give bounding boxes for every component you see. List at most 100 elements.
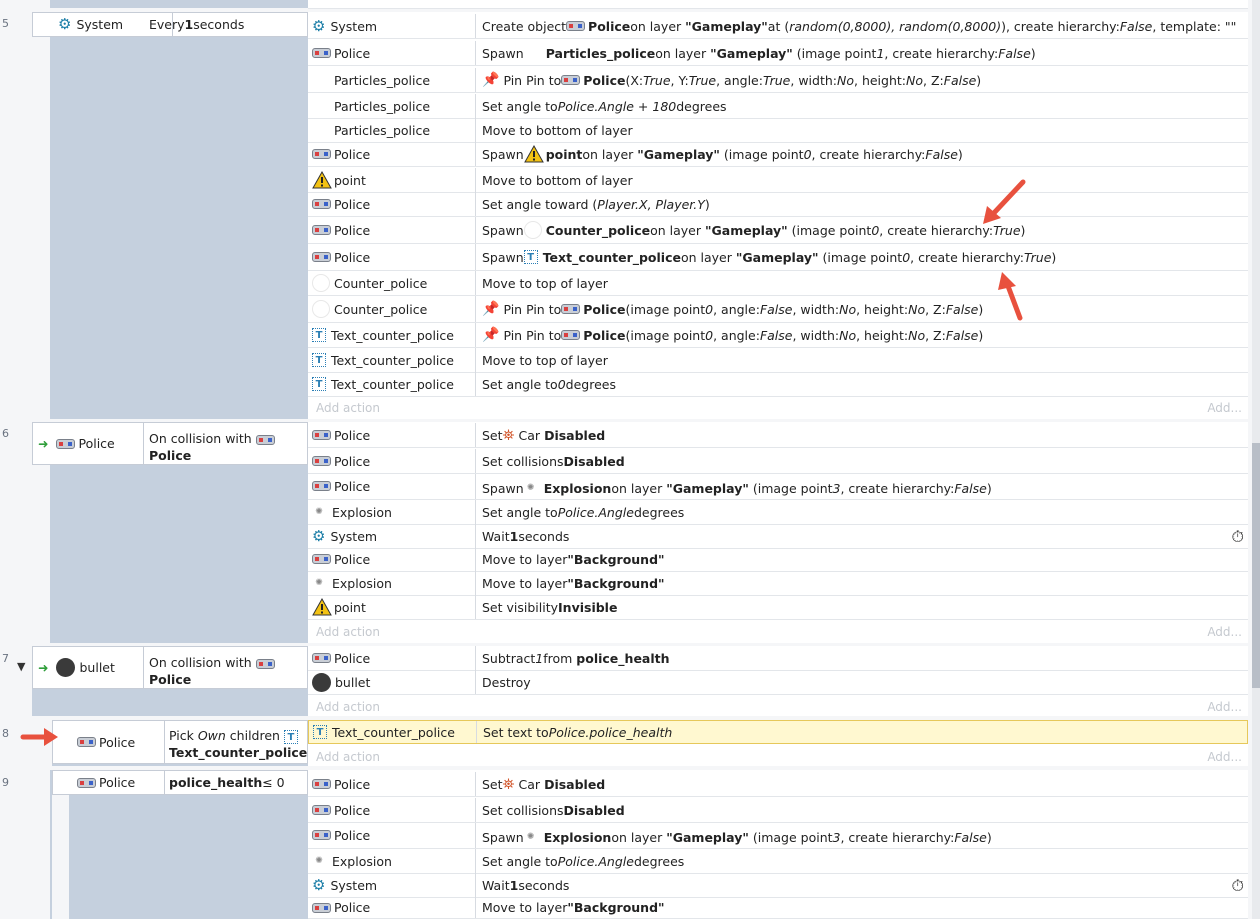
action-row[interactable]: bullet Destroy <box>308 670 1248 695</box>
pin-icon: 📌 <box>482 72 500 88</box>
event-5-block[interactable] <box>50 12 308 419</box>
text-object-icon: T <box>283 730 298 744</box>
pin-icon: 📌 <box>482 301 500 317</box>
action-row[interactable]: Police Spawn Particles_police on layer "G… <box>308 41 1248 66</box>
event-8-condition[interactable]: Police Pick Own children T Text_counter_… <box>52 720 308 764</box>
add-action-button[interactable]: Add action Add... <box>308 397 1248 419</box>
car-behavior-icon: ⛯ <box>502 775 515 793</box>
action-row[interactable]: Counter_police Move to top of layer <box>308 271 1248 296</box>
car-behavior-icon: ⛯ <box>502 426 515 444</box>
car-icon <box>312 554 331 564</box>
gear-icon: ⚙ <box>312 875 326 894</box>
car-icon <box>312 779 331 789</box>
action-row[interactable]: Counter_police 📌 Pin Pin to Police (image … <box>308 296 1248 323</box>
scrollbar-thumb[interactable] <box>1252 443 1260 688</box>
action-row[interactable]: point Set visibility Invisible <box>308 595 1248 620</box>
explosion-icon: ✺ <box>315 578 323 588</box>
annotation-arrow-icon <box>998 272 1023 321</box>
car-icon <box>561 304 581 314</box>
action-row-selected[interactable]: T Text_counter_police Set text to Police.p… <box>308 720 1248 744</box>
collapse-triangle-icon[interactable]: ▼ <box>17 660 25 673</box>
event-number: 7 <box>2 652 9 665</box>
action-row[interactable]: T Text_counter_police Set angle to 0 degre… <box>308 372 1248 397</box>
action-row[interactable]: Police Move to layer "Background" <box>308 547 1248 572</box>
action-row[interactable]: Particles_police Move to bottom of layer <box>308 118 1248 143</box>
event-9-condition[interactable]: Police police_health ≤ 0 <box>52 770 308 795</box>
car-icon <box>312 48 331 58</box>
action-row[interactable]: Police Spawn point on layer "Gameplay" (i… <box>308 142 1248 167</box>
annotation-arrow-icon <box>983 179 1026 224</box>
action-row[interactable]: Police Set collisions Disabled <box>308 798 1248 823</box>
warning-icon <box>312 171 332 189</box>
action-row[interactable]: point Move to bottom of layer <box>308 168 1248 193</box>
white-circle-icon <box>523 221 542 239</box>
text-object-icon: T <box>312 377 326 391</box>
action-row[interactable]: ✺ Explosion Set angle to Police.Angle degr… <box>308 500 1248 525</box>
action-row[interactable]: Police Spawn ✺ Explosion on layer "Gamepla… <box>308 823 1248 849</box>
action-row[interactable]: Police Set ⛯ Car Disabled <box>308 772 1248 797</box>
car-icon <box>312 149 331 159</box>
car-icon <box>312 805 331 815</box>
event-number: 9 <box>2 776 9 789</box>
action-row[interactable]: ✺ Explosion Set angle to Police.Angle degr… <box>308 849 1248 874</box>
car-icon <box>312 252 331 262</box>
text-object-icon: T <box>312 328 326 342</box>
text-object-icon: T <box>313 725 327 739</box>
car-icon <box>561 75 581 85</box>
car-icon <box>77 777 96 788</box>
event-5-condition[interactable]: ⚙ System Every 1 seconds <box>32 12 308 37</box>
car-icon <box>312 199 331 209</box>
add-action-button[interactable]: Add action Add... <box>308 746 1248 768</box>
event-number: 8 <box>2 727 9 740</box>
car-icon <box>56 438 76 449</box>
white-circle-icon <box>312 300 330 318</box>
action-row[interactable]: Police Spawn T Text_counter_police on laye… <box>308 244 1248 271</box>
text-object-icon: T <box>312 353 326 367</box>
event-7-condition[interactable]: ➜ bullet On collision with Police <box>32 646 308 689</box>
action-row[interactable]: Police Move to layer "Background" <box>308 896 1248 919</box>
action-row[interactable]: T Text_counter_police Move to top of layer <box>308 348 1248 373</box>
car-icon <box>312 902 331 913</box>
event-number: 6 <box>2 427 9 440</box>
timer-icon: ⏱ <box>1231 876 1244 895</box>
white-circle-icon <box>312 274 330 292</box>
car-icon <box>312 456 331 466</box>
trigger-arrow-icon: ➜ <box>38 660 49 675</box>
car-icon <box>561 330 581 340</box>
gear-icon: ⚙ <box>312 16 326 35</box>
bullet-icon <box>56 658 76 677</box>
car-icon <box>77 737 96 747</box>
action-row[interactable]: Police Subtract 1 from police_health <box>308 646 1248 671</box>
action-row[interactable]: Police Set angle toward (Player.X, Player… <box>308 192 1248 217</box>
explosion-icon: ✺ <box>315 507 323 517</box>
action-row[interactable]: ✺ Explosion Move to layer "Background" <box>308 571 1248 596</box>
timer-icon: ⏱ <box>1231 527 1244 546</box>
action-row[interactable]: Particles_police 📌 Pin Pin to Police (X: T… <box>308 68 1248 93</box>
car-icon <box>255 658 275 669</box>
action-row[interactable]: ⚙ System Create object Police on layer "Ga… <box>308 14 1248 39</box>
car-icon <box>312 225 331 235</box>
explosion-icon: ✺ <box>526 832 535 842</box>
trigger-arrow-icon: ➜ <box>38 436 49 451</box>
action-row[interactable]: Particles_police Set angle to Police.Angl… <box>308 94 1248 119</box>
gear-icon: ⚙ <box>312 526 326 545</box>
explosion-icon: ✺ <box>315 856 323 866</box>
previous-event-left <box>50 0 308 8</box>
action-row[interactable]: Police Set collisions Disabled <box>308 449 1248 474</box>
action-row[interactable]: Police Set ⛯ Car Disabled <box>308 423 1248 448</box>
action-row[interactable]: Police Spawn ✺ Explosion on layer "Gamepla… <box>308 474 1248 500</box>
add-action-button[interactable]: Add action Add... <box>308 696 1248 718</box>
action-row[interactable]: ⚙ System Wait 1 seconds ⏱ <box>308 873 1248 898</box>
action-row[interactable]: T Text_counter_police 📌 Pin Pin to Police (… <box>308 323 1248 348</box>
gear-icon: ⚙ <box>58 15 72 33</box>
event-6-condition[interactable]: ➜ Police On collision with Police <box>32 422 308 465</box>
text-object-icon: T <box>523 250 538 264</box>
explosion-icon: ✺ <box>526 483 535 493</box>
action-row[interactable]: ⚙ System Wait 1 seconds ⏱ <box>308 524 1248 549</box>
car-icon <box>255 434 275 445</box>
action-row[interactable]: Police Spawn Counter_police on layer "Gam… <box>308 217 1248 244</box>
annotation-arrow-icon <box>20 728 58 746</box>
bullet-icon <box>312 672 331 692</box>
add-action-button[interactable]: Add action Add... <box>308 621 1248 643</box>
warning-icon <box>523 145 544 163</box>
